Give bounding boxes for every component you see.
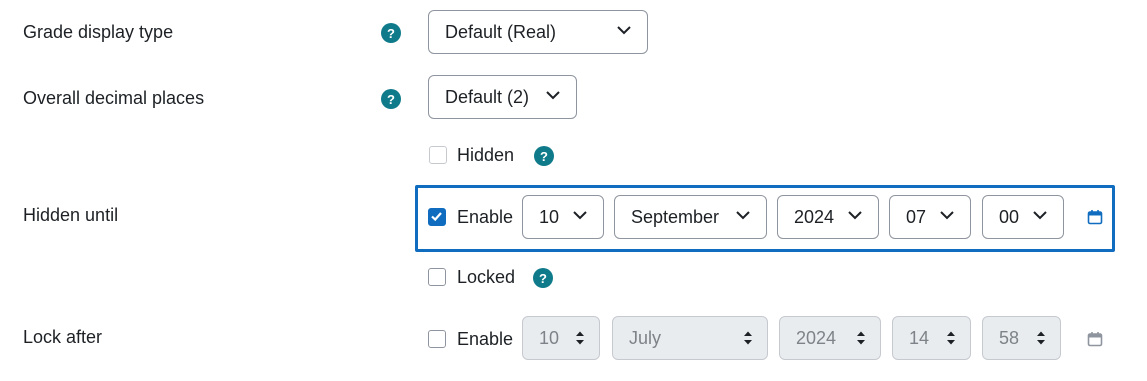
sort-arrows-icon	[947, 331, 955, 345]
hidden-checkbox[interactable]	[429, 146, 447, 164]
hidden-until-minute-value: 00	[999, 206, 1020, 227]
chevron-down-icon	[617, 26, 631, 35]
hidden-until-label: Hidden until	[23, 205, 119, 225]
hidden-until-year-value: 2024	[794, 206, 835, 227]
hidden-until-enable-label: Enable	[457, 207, 514, 227]
lock-after-enable-checkbox[interactable]	[428, 330, 446, 348]
checkmark-icon	[431, 212, 442, 222]
chevron-down-icon	[1033, 211, 1047, 220]
lock-after-month-select: July	[612, 316, 768, 360]
sort-arrows-icon	[1037, 331, 1045, 345]
lock-after-enable-label: Enable	[457, 329, 514, 349]
decimal-places-value: Default (2)	[445, 86, 530, 107]
hidden-until-day-select[interactable]: 10	[522, 195, 604, 239]
chevron-down-icon	[736, 211, 750, 220]
decimal-places-label: Overall decimal places	[23, 88, 205, 108]
hidden-until-hour-value: 07	[906, 206, 927, 227]
sort-arrows-icon	[857, 331, 865, 345]
decimal-places-help-icon[interactable]: ?	[381, 89, 401, 109]
lock-after-hour-value: 14	[909, 327, 930, 348]
lock-after-hour-select: 14	[892, 316, 971, 360]
hidden-until-year-select[interactable]: 2024	[777, 195, 879, 239]
lock-after-year-value: 2024	[796, 327, 837, 348]
lock-after-day-select: 10	[522, 316, 600, 360]
chevron-down-icon	[573, 211, 587, 220]
grade-display-type-label: Grade display type	[23, 22, 174, 42]
lock-after-day-value: 10	[539, 327, 560, 348]
hidden-until-enable-checkbox[interactable]	[428, 208, 446, 226]
lock-after-minute-select: 58	[982, 316, 1061, 360]
lock-after-month-value: July	[629, 327, 662, 348]
calendar-icon	[1087, 332, 1103, 347]
grade-display-help-icon[interactable]: ?	[381, 23, 401, 43]
lock-after-label: Lock after	[23, 327, 103, 347]
locked-checkbox-label: Locked	[457, 267, 516, 287]
hidden-checkbox-label: Hidden	[457, 145, 515, 165]
chevron-down-icon	[940, 211, 954, 220]
chevron-down-icon	[546, 91, 560, 100]
hidden-until-day-value: 10	[539, 206, 560, 227]
grade-display-type-value: Default (Real)	[445, 21, 557, 42]
decimal-places-select[interactable]: Default (2)	[428, 75, 577, 119]
lock-after-minute-value: 58	[999, 327, 1020, 348]
hidden-until-hour-select[interactable]: 07	[889, 195, 971, 239]
hidden-until-minute-select[interactable]: 00	[982, 195, 1064, 239]
hidden-until-month-value: September	[631, 206, 720, 227]
sort-arrows-icon	[744, 331, 752, 345]
hidden-help-icon[interactable]: ?	[534, 146, 554, 166]
calendar-icon[interactable]	[1087, 209, 1103, 225]
sort-arrows-icon	[576, 331, 584, 345]
locked-help-icon[interactable]: ?	[533, 268, 553, 288]
grade-display-type-select[interactable]: Default (Real)	[428, 10, 648, 54]
locked-checkbox[interactable]	[428, 268, 446, 286]
lock-after-year-select: 2024	[779, 316, 881, 360]
hidden-until-month-select[interactable]: September	[614, 195, 767, 239]
chevron-down-icon	[848, 211, 862, 220]
